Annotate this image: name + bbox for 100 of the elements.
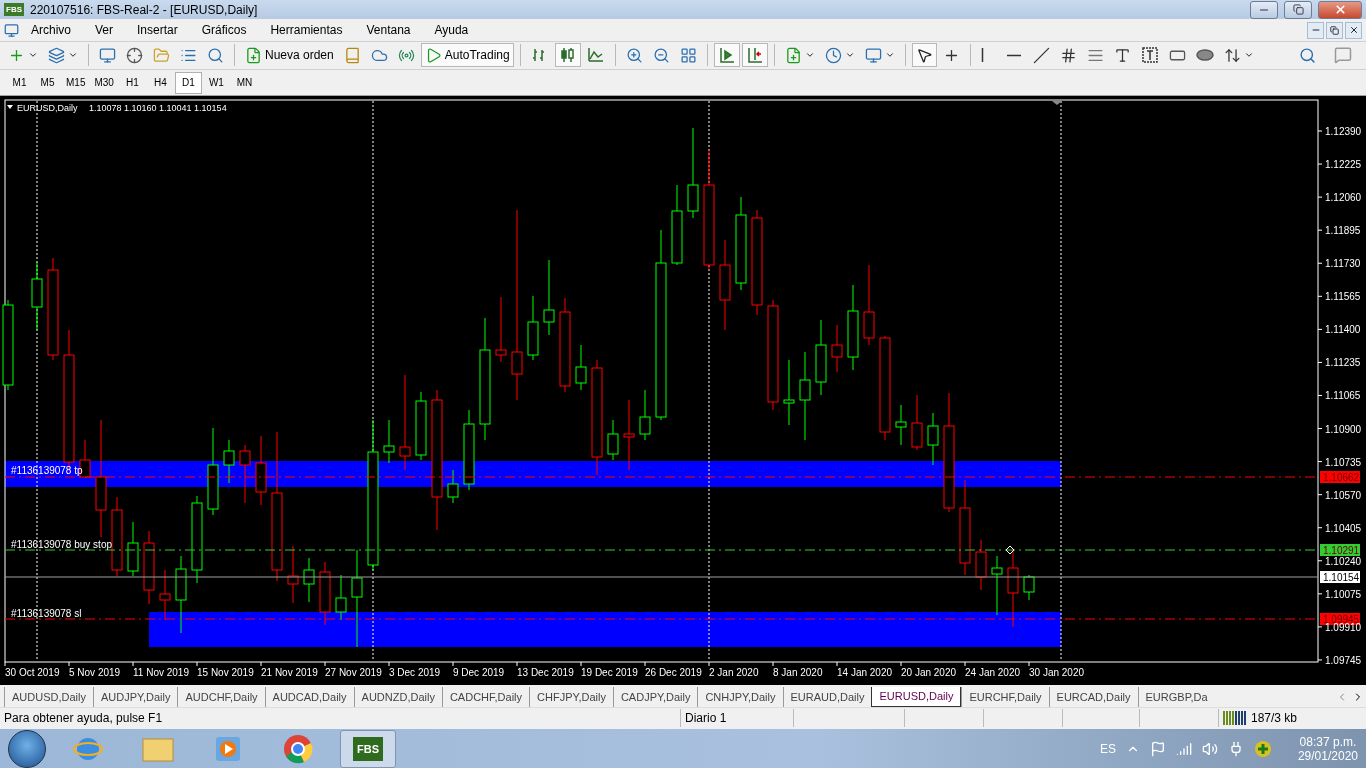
toolbar-button[interactable]: Nueva orden [241, 43, 338, 68]
chart-shift-icon [745, 46, 764, 65]
chart-tab[interactable]: AUDUSD,Daily [4, 686, 93, 707]
candlestick [783, 359, 795, 426]
candlestick [415, 391, 427, 461]
stack-icon [48, 46, 65, 64]
chart-tab[interactable]: CHFJPY,Daily [529, 686, 613, 707]
candlestick [335, 574, 347, 621]
price-axis-label: 1.11235 [1325, 357, 1361, 369]
chart-tab[interactable]: AUDCAD,Daily [264, 686, 354, 707]
candlestick-icon [558, 46, 577, 65]
chat-icon[interactable] [1334, 46, 1352, 65]
clock-time: 08:37 p.m. [1299, 734, 1357, 749]
toolbar-icon-button[interactable] [554, 43, 581, 68]
candlestick [975, 539, 987, 591]
grid-icon [679, 46, 697, 64]
signal-icon[interactable] [1175, 740, 1192, 757]
handle-icon [1005, 545, 1015, 555]
document-plus-icon [245, 46, 262, 64]
folder-icon [153, 46, 170, 64]
menu-item[interactable]: Ayuda [422, 23, 481, 38]
arrows-icon [1223, 46, 1241, 64]
restore-button[interactable] [1284, 0, 1312, 19]
date-axis-label: 9 Dec 2019 [453, 667, 505, 679]
chart-tab[interactable]: CADJPY,Daily [612, 686, 698, 707]
timeframe-button[interactable]: M1 [6, 71, 33, 94]
chart-tab[interactable]: CNHJPY,Daily [697, 686, 783, 707]
price-tag-text: 1.09945 [1323, 614, 1360, 626]
menu-item[interactable]: Herramientas [258, 23, 355, 38]
date-axis-label: 2 Jan 2020 [709, 667, 759, 679]
chart-tab[interactable]: EURGBP,Da [1137, 686, 1215, 707]
chart-window-icon [864, 46, 882, 64]
chart-tab[interactable]: CADCHF,Daily [441, 686, 530, 707]
menu-item[interactable]: Archivo [19, 23, 83, 38]
taskbar-app[interactable]: FBS [340, 729, 396, 768]
price-axis-label: 1.10900 [1325, 423, 1362, 435]
search-icon[interactable] [1299, 46, 1316, 64]
timeframe-button[interactable]: H4 [146, 71, 174, 94]
toolbar-button[interactable]: AutoTrading [420, 43, 514, 68]
candlestick [575, 344, 587, 391]
date-axis-label: 27 Nov 2019 [325, 667, 382, 679]
speaker-icon[interactable] [1201, 740, 1218, 757]
toolbar-icon-button[interactable] [911, 43, 937, 68]
candlestick [639, 389, 651, 441]
menu-item[interactable]: Gráficos [189, 23, 259, 38]
date-axis-label: 3 Dec 2019 [389, 667, 441, 679]
date-axis-label: 8 Jan 2020 [773, 667, 823, 679]
chart-ohlc: 1.10078 1.10160 1.10041 1.10154 [89, 103, 227, 114]
start-button[interactable] [8, 729, 46, 768]
menu-item[interactable]: Insertar [125, 23, 190, 38]
candlestick [383, 419, 395, 464]
app-logo: FBS [4, 3, 24, 17]
chart-tab[interactable]: AUDCHF,Daily [177, 686, 265, 707]
order-label: #1136139078 buy stop [11, 539, 112, 551]
date-axis-label: 13 Dec 2019 [517, 667, 574, 679]
timeframe-button[interactable]: D1 [174, 71, 202, 94]
price-tag-text: 1.10291 [1323, 545, 1360, 557]
chart-tab[interactable]: EURCHF,Daily [961, 686, 1049, 707]
line-chart-icon [586, 46, 605, 65]
candlestick [255, 435, 267, 506]
minimize-button[interactable] [1307, 21, 1324, 39]
candlestick [495, 296, 507, 363]
status-profile: Diario 1 [685, 711, 727, 726]
timeframe-button[interactable]: MN [230, 71, 258, 94]
date-axis-label: 30 Oct 2019 [5, 667, 60, 679]
candlestick [895, 404, 907, 446]
price-axis-label: 1.10570 [1325, 490, 1362, 501]
date-axis-label: 11 Nov 2019 [133, 667, 189, 679]
price-axis-label: 1.11895 [1325, 225, 1361, 237]
chart-tab[interactable]: EURUSD,Daily [871, 686, 962, 707]
timeframe-button[interactable]: H1 [118, 71, 146, 94]
restore-button[interactable] [1326, 21, 1343, 39]
plus-circle-icon[interactable] [1253, 739, 1272, 758]
date-axis-label: 24 Jan 2020 [965, 667, 1021, 679]
price-axis-label: 1.09745 [1325, 655, 1362, 667]
candlestick [927, 412, 939, 466]
timeframe-button[interactable]: M15 [62, 71, 90, 94]
date-axis-label: 26 Dec 2019 [645, 667, 702, 679]
candlestick [991, 555, 1003, 616]
chart-tab[interactable]: EURCAD,Daily [1048, 686, 1138, 707]
date-axis-label: 30 Jan 2020 [1029, 667, 1085, 679]
timeframe-button[interactable]: W1 [202, 71, 230, 94]
text-frame-icon [1140, 46, 1159, 65]
flag-icon[interactable] [1149, 740, 1166, 757]
close-button[interactable] [1345, 21, 1362, 39]
menu-item[interactable]: Ventana [354, 23, 423, 38]
chart-tab[interactable]: AUDNZD,Daily [353, 686, 442, 707]
menu-item[interactable]: Ver [83, 23, 126, 38]
price-axis-label: 1.11065 [1325, 390, 1361, 402]
price-tag-text: 1.10662 [1323, 472, 1360, 484]
timeframe-button[interactable]: M5 [34, 71, 61, 94]
zoom-in-icon [625, 46, 643, 64]
window-title: 220107516: FBS-Real-2 - [EURUSD,Daily] [30, 2, 259, 17]
candlestick [223, 439, 235, 484]
candlestick [239, 444, 251, 504]
minimize-button[interactable] [1250, 0, 1278, 19]
chart-tab[interactable]: AUDJPY,Daily [92, 686, 178, 707]
price-axis-label: 1.12390 [1325, 126, 1362, 138]
price-tag-text: 1.10154 [1323, 572, 1360, 584]
timeframe-button[interactable]: M30 [90, 71, 118, 94]
